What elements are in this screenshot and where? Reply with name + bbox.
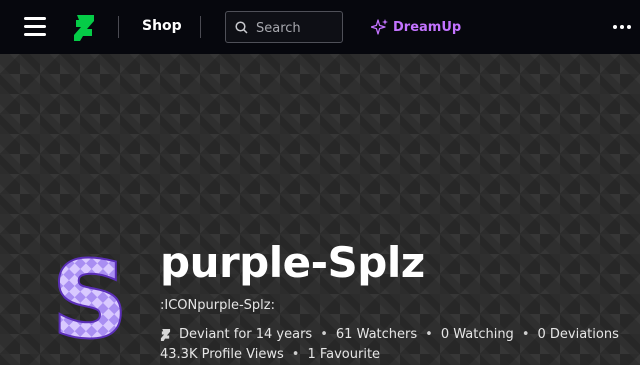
nav-divider	[200, 16, 201, 38]
user-avatar[interactable]: S	[52, 252, 128, 344]
more-options-icon[interactable]	[613, 25, 631, 29]
search-icon	[235, 21, 248, 34]
deviations-link[interactable]: 0 Deviations	[537, 325, 618, 345]
profile-views: 43.3K Profile Views	[160, 347, 284, 362]
dreamup-label: DreamUp	[393, 19, 462, 35]
search-box[interactable]	[225, 11, 343, 43]
top-navigation-bar: Shop DreamUp	[0, 0, 640, 54]
deviantart-logo-icon[interactable]	[72, 14, 96, 42]
watchers-link[interactable]: 61 Watchers	[336, 325, 417, 345]
profile-stats: Deviant for 14 years • 61 Watchers • 0 W…	[160, 325, 630, 365]
shop-link[interactable]: Shop	[142, 18, 182, 34]
separator-dot: •	[425, 327, 433, 342]
watching-link[interactable]: 0 Watching	[441, 325, 514, 345]
deviantart-badge-icon	[160, 329, 171, 341]
profile-tagline: :ICONpurple-Splz:	[160, 298, 275, 313]
avatar-letter: S	[53, 252, 128, 344]
separator-dot: •	[521, 327, 530, 342]
separator-dot: •	[320, 327, 328, 342]
sparkle-icon	[371, 19, 388, 35]
search-input[interactable]	[256, 18, 340, 38]
dreamup-button[interactable]: DreamUp	[371, 18, 461, 36]
separator-dot: •	[291, 347, 300, 362]
menu-icon[interactable]	[24, 17, 46, 37]
deviant-since: Deviant for 14 years	[179, 327, 313, 342]
nav-divider	[118, 16, 119, 38]
favourites-link[interactable]: 1 Favourite	[307, 345, 380, 365]
profile-username: purple-Splz	[160, 238, 425, 287]
